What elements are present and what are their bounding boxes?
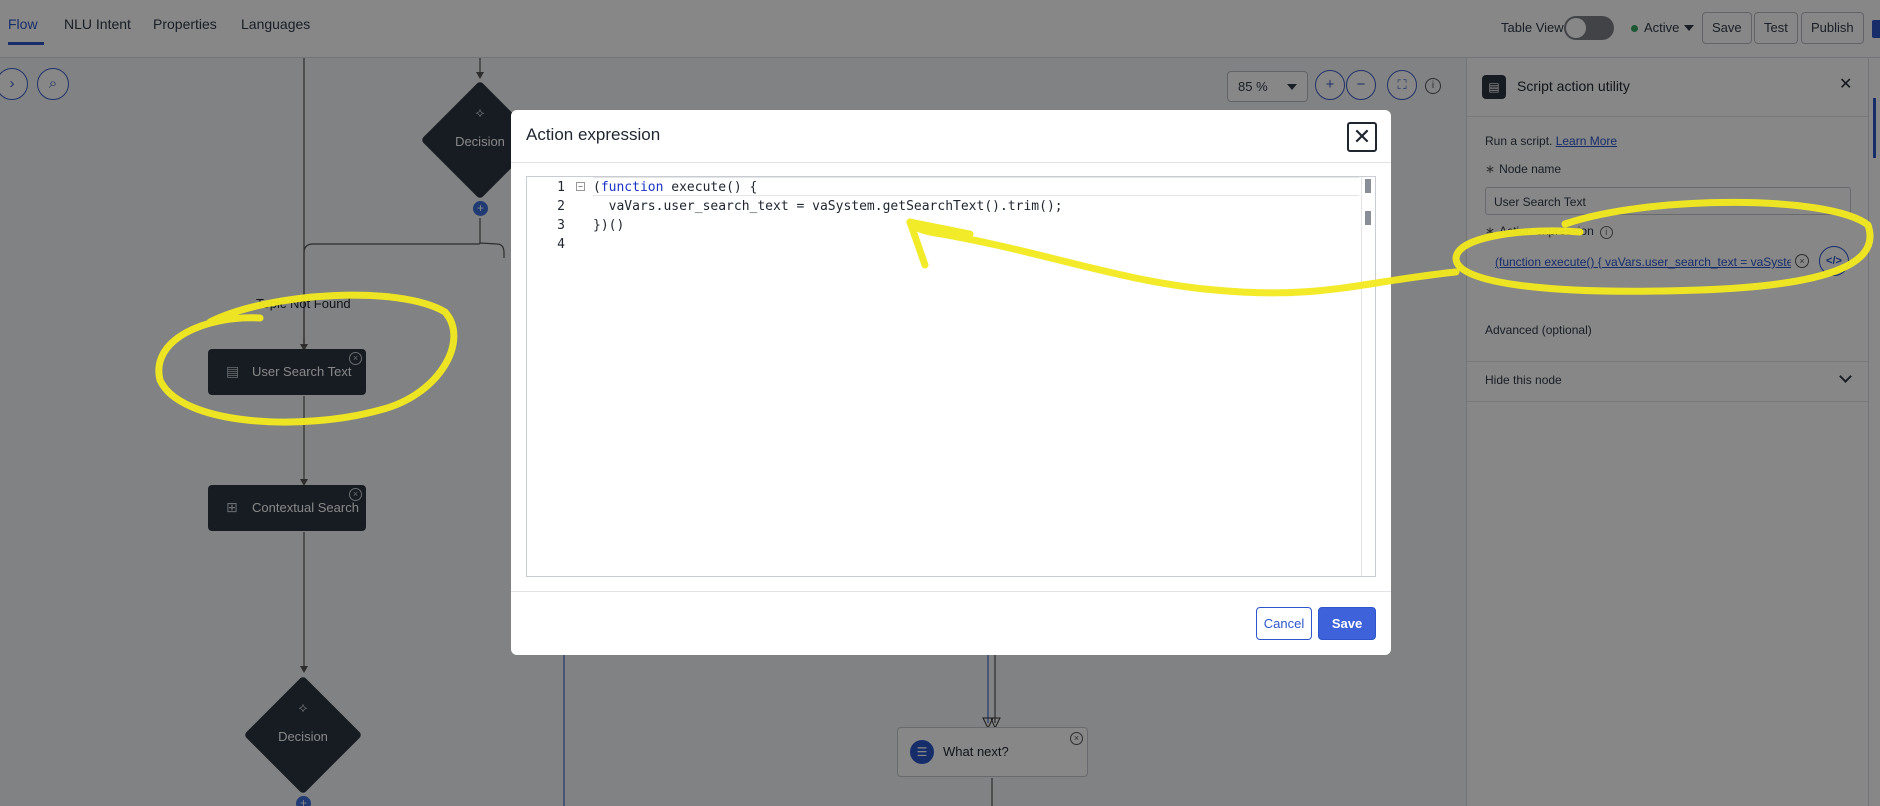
save-button[interactable]: Save [1318,607,1376,640]
fold-icon[interactable]: − [576,182,585,191]
code-editor[interactable]: 1 2 3 4 − (function execute() { vaVars.u… [526,176,1376,577]
code-line-3[interactable]: })() [593,218,624,233]
action-expression-modal: Action expression ✕ 1 2 3 4 − (function … [511,110,1391,655]
code-line-2[interactable]: vaVars.user_search_text = vaSystem.getSe… [593,199,1063,214]
close-icon[interactable]: ✕ [1347,122,1377,152]
code-token: ( [593,180,601,195]
modal-title: Action expression [526,125,661,144]
code-token: execute() { [663,180,758,195]
divider [511,591,1391,592]
divider [511,162,1391,163]
code-line-1[interactable]: (function execute() { [593,180,757,195]
editor-scrollbar[interactable] [1361,177,1375,576]
line-number: 4 [557,237,565,252]
scroll-marker [1365,179,1371,193]
editor-gutter: 1 2 3 4 − [527,177,593,576]
cancel-button[interactable]: Cancel [1256,607,1312,640]
line-number: 1 [557,180,565,195]
scroll-marker [1365,211,1371,225]
line-number: 3 [557,218,565,233]
code-keyword: function [600,180,664,195]
line-number: 2 [557,199,565,214]
